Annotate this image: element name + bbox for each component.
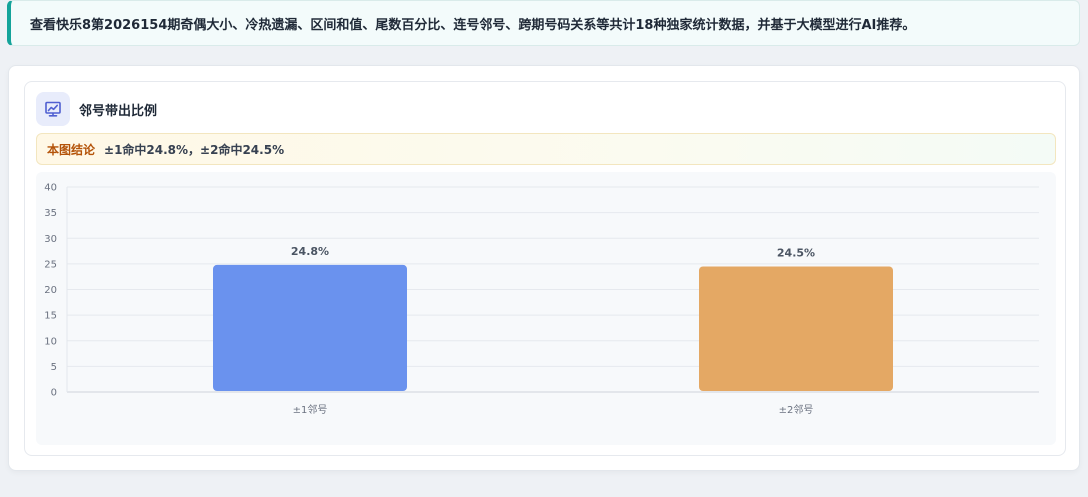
conclusion-text: ±1命中24.8%，±2命中24.5% — [104, 142, 285, 157]
y-tick-label: 15 — [44, 311, 57, 322]
x-tick-label: ±1邻号 — [293, 403, 328, 416]
bar — [213, 264, 407, 391]
bar-data-label: 24.5% — [777, 246, 815, 259]
y-tick-label: 35 — [44, 208, 57, 219]
bar — [699, 266, 893, 391]
content-panel: 邻号带出比例 本图结论 ±1命中24.8%，±2命中24.5% 0 5 10 15 20… — [8, 65, 1080, 471]
chart-area: 0 5 10 15 20 25 30 35 40 24.8% ±1邻号 24.5% ±2邻号 — [36, 172, 1056, 445]
y-tick-label: 40 — [44, 183, 57, 194]
bar-chart: 0 5 10 15 20 25 30 35 40 24.8% ±1邻号 24.5% ±2邻号 — [44, 183, 1039, 416]
conclusion-bar: 本图结论 ±1命中24.8%，±2命中24.5% — [36, 133, 1056, 165]
conclusion-tag: 本图结论 — [47, 142, 96, 157]
info-banner: 查看快乐8第2026154期奇偶大小、冷热遗漏、区间和值、尾数百分比、连号邻号、… — [7, 0, 1080, 46]
x-tick-label: ±2邻号 — [779, 403, 814, 416]
y-tick-label: 5 — [51, 362, 57, 373]
y-tick-label: 20 — [44, 285, 57, 296]
bar-data-label: 24.8% — [291, 245, 329, 258]
chart-line-icon — [36, 92, 70, 126]
banner-text: 查看快乐8第2026154期奇偶大小、冷热遗漏、区间和值、尾数百分比、连号邻号、… — [30, 17, 916, 33]
chart-card: 邻号带出比例 本图结论 ±1命中24.8%，±2命中24.5% 0 5 10 15 20… — [24, 81, 1066, 456]
card-title: 邻号带出比例 — [79, 104, 158, 119]
y-tick-label: 0 — [51, 388, 57, 399]
y-tick-label: 30 — [44, 234, 57, 245]
y-tick-label: 25 — [44, 259, 57, 270]
y-tick-label: 10 — [44, 336, 57, 347]
